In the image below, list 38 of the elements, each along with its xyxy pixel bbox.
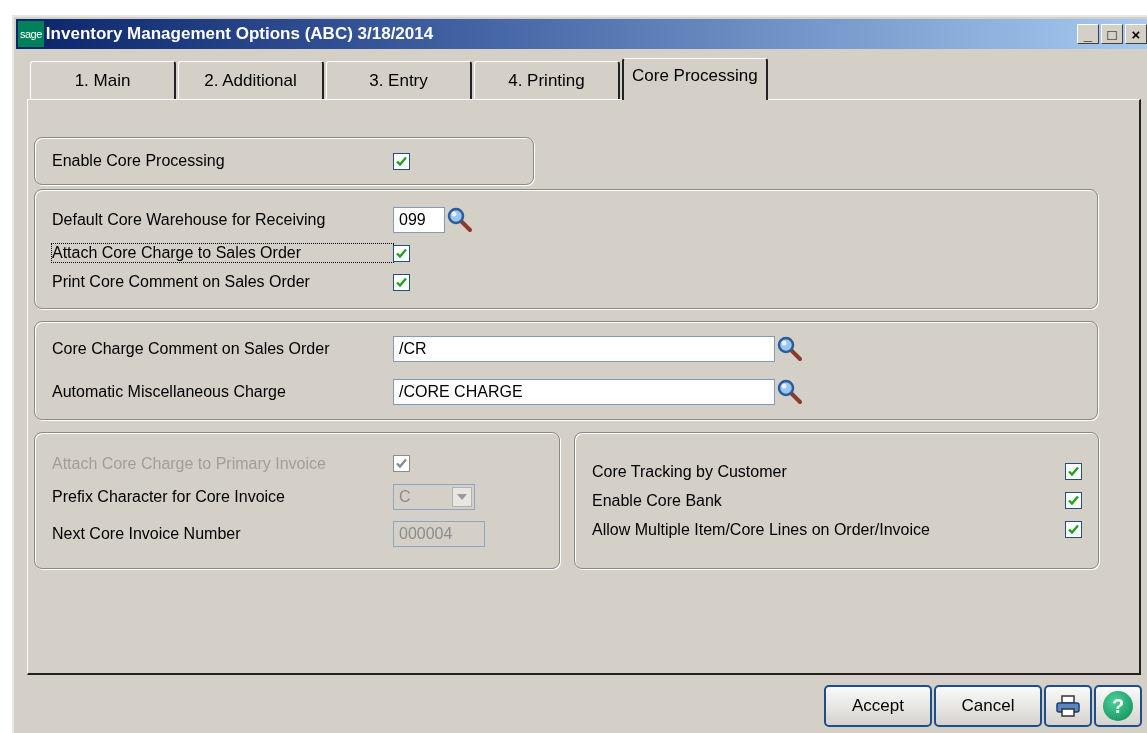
checkbox[interactable]	[1065, 492, 1082, 509]
field-label: Print Core Comment on Sales Order	[52, 273, 311, 291]
checkbox[interactable]	[393, 244, 410, 262]
tab[interactable]: 2. Additional	[178, 61, 324, 99]
dialog-button[interactable]: Cancel	[934, 685, 1042, 727]
tab[interactable]: 3. Entry	[326, 61, 472, 99]
field-label: Automatic Miscellaneous Charge	[52, 383, 287, 401]
window-title: Inventory Management Options (ABC) 3/18/2014	[45, 24, 435, 44]
field-label: Enable Core Bank	[592, 491, 723, 510]
field-label: Attach Core Charge to Sales Order	[52, 244, 393, 262]
printer-icon	[1055, 694, 1081, 718]
checkbox[interactable]	[393, 273, 410, 291]
field-label: Enable Core Processing	[52, 152, 226, 170]
minimize-button[interactable]: _	[1077, 24, 1099, 44]
search-icon[interactable]	[777, 336, 803, 362]
input-field[interactable]: /CORE CHARGE	[393, 379, 775, 405]
tab[interactable]: 4. Printing	[474, 61, 620, 99]
field-label: Core Tracking by Customer	[592, 462, 788, 481]
field-label: Next Core Invoice Number	[52, 524, 242, 543]
close-button[interactable]: ×	[1125, 24, 1147, 44]
tab[interactable]: 1. Main	[30, 61, 176, 99]
field-label: Default Core Warehouse for Receiving	[52, 211, 327, 229]
input-field[interactable]: 099	[393, 207, 445, 233]
checkbox[interactable]	[1065, 463, 1082, 480]
print-button[interactable]	[1044, 685, 1092, 727]
tab[interactable]: Core Processing	[622, 58, 768, 100]
maximize-button[interactable]: □	[1101, 24, 1123, 44]
field-label: Prefix Character for Core Invoice	[52, 487, 286, 506]
field-label: Allow Multiple Item/Core Lines on Order/Invoice	[592, 520, 931, 539]
search-icon[interactable]	[447, 207, 473, 233]
app-logo: sage	[18, 21, 44, 47]
dialog-button[interactable]: Accept	[824, 685, 932, 727]
checkbox[interactable]	[1065, 521, 1082, 538]
dropdown-arrow-icon	[457, 493, 467, 500]
checkbox[interactable]	[393, 152, 410, 170]
search-icon[interactable]	[777, 379, 803, 405]
field-label: Core Charge Comment on Sales Order	[52, 340, 331, 358]
input-field[interactable]: /CR	[393, 336, 775, 362]
